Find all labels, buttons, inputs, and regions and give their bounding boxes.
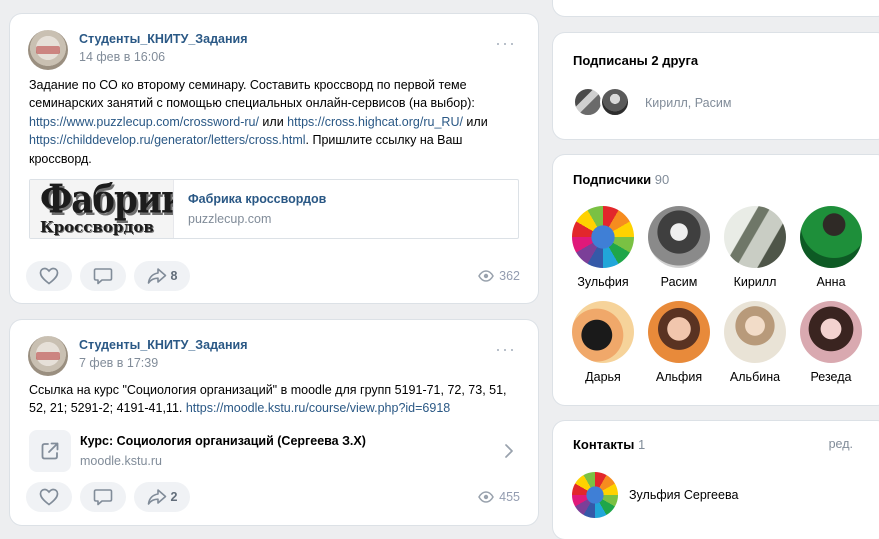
post-text: Ссылка на курс "Социология организаций" …: [29, 383, 507, 416]
subscribers-title[interactable]: Подписчики 90: [573, 172, 669, 187]
comment-button[interactable]: [80, 482, 126, 512]
course-link-domain: moodle.kstu.ru: [80, 454, 162, 468]
heart-icon: [39, 267, 59, 285]
post-date[interactable]: 14 фев в 16:06: [79, 50, 165, 64]
snippet-domain: puzzlecup.com: [188, 212, 272, 226]
course-link-block[interactable]: Курс: Социология организаций (Сергеева З…: [29, 430, 524, 472]
post-link[interactable]: https://moodle.kstu.ru/course/view.php?i…: [186, 401, 450, 415]
post-actions: 8 362: [26, 261, 520, 293]
contacts-count: 1: [637, 437, 646, 452]
subscriber-avatar: [572, 301, 634, 363]
post-link[interactable]: https://childdevelop.ru/generator/letter…: [29, 133, 306, 147]
comment-button[interactable]: [80, 261, 126, 291]
post-header: Студенты_КНИТУ_Задания 7 фев в 17:39 ···: [28, 336, 520, 376]
subscriber-item[interactable]: Альбина: [717, 301, 793, 384]
friends-avatars[interactable]: [573, 87, 643, 121]
community-avatar[interactable]: [28, 336, 68, 376]
subscriber-avatar: [724, 206, 786, 268]
subscriber-item[interactable]: Анна: [793, 206, 869, 289]
sidebar-card-top: [553, 0, 879, 16]
views-counter: 362: [478, 269, 520, 283]
eye-icon: [478, 491, 495, 503]
chevron-right-icon: [505, 444, 513, 458]
subscriber-item[interactable]: Зульфия: [565, 206, 641, 289]
post-author-link[interactable]: Студенты_КНИТУ_Задания: [79, 32, 248, 46]
friend-avatar[interactable]: [600, 87, 630, 117]
subscriber-item[interactable]: Кирилл: [717, 206, 793, 289]
contact-name[interactable]: Зульфия Сергеева: [629, 488, 738, 502]
subscriber-item[interactable]: Альфия: [641, 301, 717, 384]
friends-names[interactable]: Кирилл, Расим: [645, 96, 731, 110]
share-count: 8: [170, 269, 178, 283]
post-actions: 2 455: [26, 482, 520, 514]
friends-title[interactable]: Подписаны 2 друга: [573, 53, 698, 68]
contacts-title[interactable]: Контакты 1: [573, 437, 645, 452]
more-icon[interactable]: ···: [495, 34, 516, 52]
friend-avatar[interactable]: [573, 87, 603, 117]
post-text: Задание по СО ко второму семинару. Соста…: [29, 78, 488, 166]
more-icon[interactable]: ···: [495, 340, 516, 358]
subscriber-avatar: [800, 301, 862, 363]
subscriber-avatar: [572, 206, 634, 268]
post-link[interactable]: https://cross.highcat.org/ru_RU/: [287, 115, 463, 129]
snippet-logo: Фабрика Кроссвордов: [30, 180, 174, 238]
post-link[interactable]: https://www.puzzlecup.com/crossword-ru/: [29, 115, 259, 129]
link-snippet[interactable]: Фабрика Кроссвордов Фабрика кроссвордов …: [29, 179, 519, 239]
course-link-title[interactable]: Курс: Социология организаций (Сергеева З…: [80, 434, 366, 448]
subscriber-item[interactable]: Расим: [641, 206, 717, 289]
wall-post: Студенты_КНИТУ_Задания 7 фев в 17:39 ···…: [10, 320, 538, 525]
subscriber-avatar: [648, 301, 710, 363]
share-count: 2: [170, 490, 178, 504]
comment-icon: [93, 268, 113, 285]
share-button[interactable]: 8: [134, 261, 190, 291]
subscribers-count: 90: [654, 172, 670, 187]
heart-icon: [39, 488, 59, 506]
subscribers-card: Подписчики 90 Зульфия Расим Кирилл Анна …: [553, 155, 879, 405]
community-avatar[interactable]: [28, 30, 68, 70]
like-button[interactable]: [26, 261, 72, 291]
contacts-edit-link[interactable]: ред.: [829, 437, 853, 451]
views-counter: 455: [478, 490, 520, 504]
snippet-title[interactable]: Фабрика кроссвордов: [188, 192, 326, 206]
contacts-card: Контакты 1 ред. Зульфия Сергеева: [553, 421, 879, 539]
wall-post: Студенты_КНИТУ_Задания 14 фев в 16:06 ··…: [10, 14, 538, 303]
external-link-icon: [29, 430, 71, 472]
post-header: Студенты_КНИТУ_Задания 14 фев в 16:06 ··…: [28, 30, 520, 70]
share-icon: [147, 268, 166, 284]
like-button[interactable]: [26, 482, 72, 512]
post-author-link[interactable]: Студенты_КНИТУ_Задания: [79, 338, 248, 352]
eye-icon: [478, 270, 495, 282]
comment-icon: [93, 489, 113, 506]
subscriber-avatar: [800, 206, 862, 268]
subscriber-item[interactable]: Резеда: [793, 301, 869, 384]
share-button[interactable]: 2: [134, 482, 190, 512]
friends-card[interactable]: Подписаны 2 друга Кирилл, Расим: [553, 33, 879, 139]
subscriber-avatar: [724, 301, 786, 363]
subscriber-avatar: [648, 206, 710, 268]
share-icon: [147, 489, 166, 505]
subscriber-item[interactable]: Дарья: [565, 301, 641, 384]
contact-avatar[interactable]: [572, 472, 618, 518]
post-date[interactable]: 7 фев в 17:39: [79, 356, 158, 370]
